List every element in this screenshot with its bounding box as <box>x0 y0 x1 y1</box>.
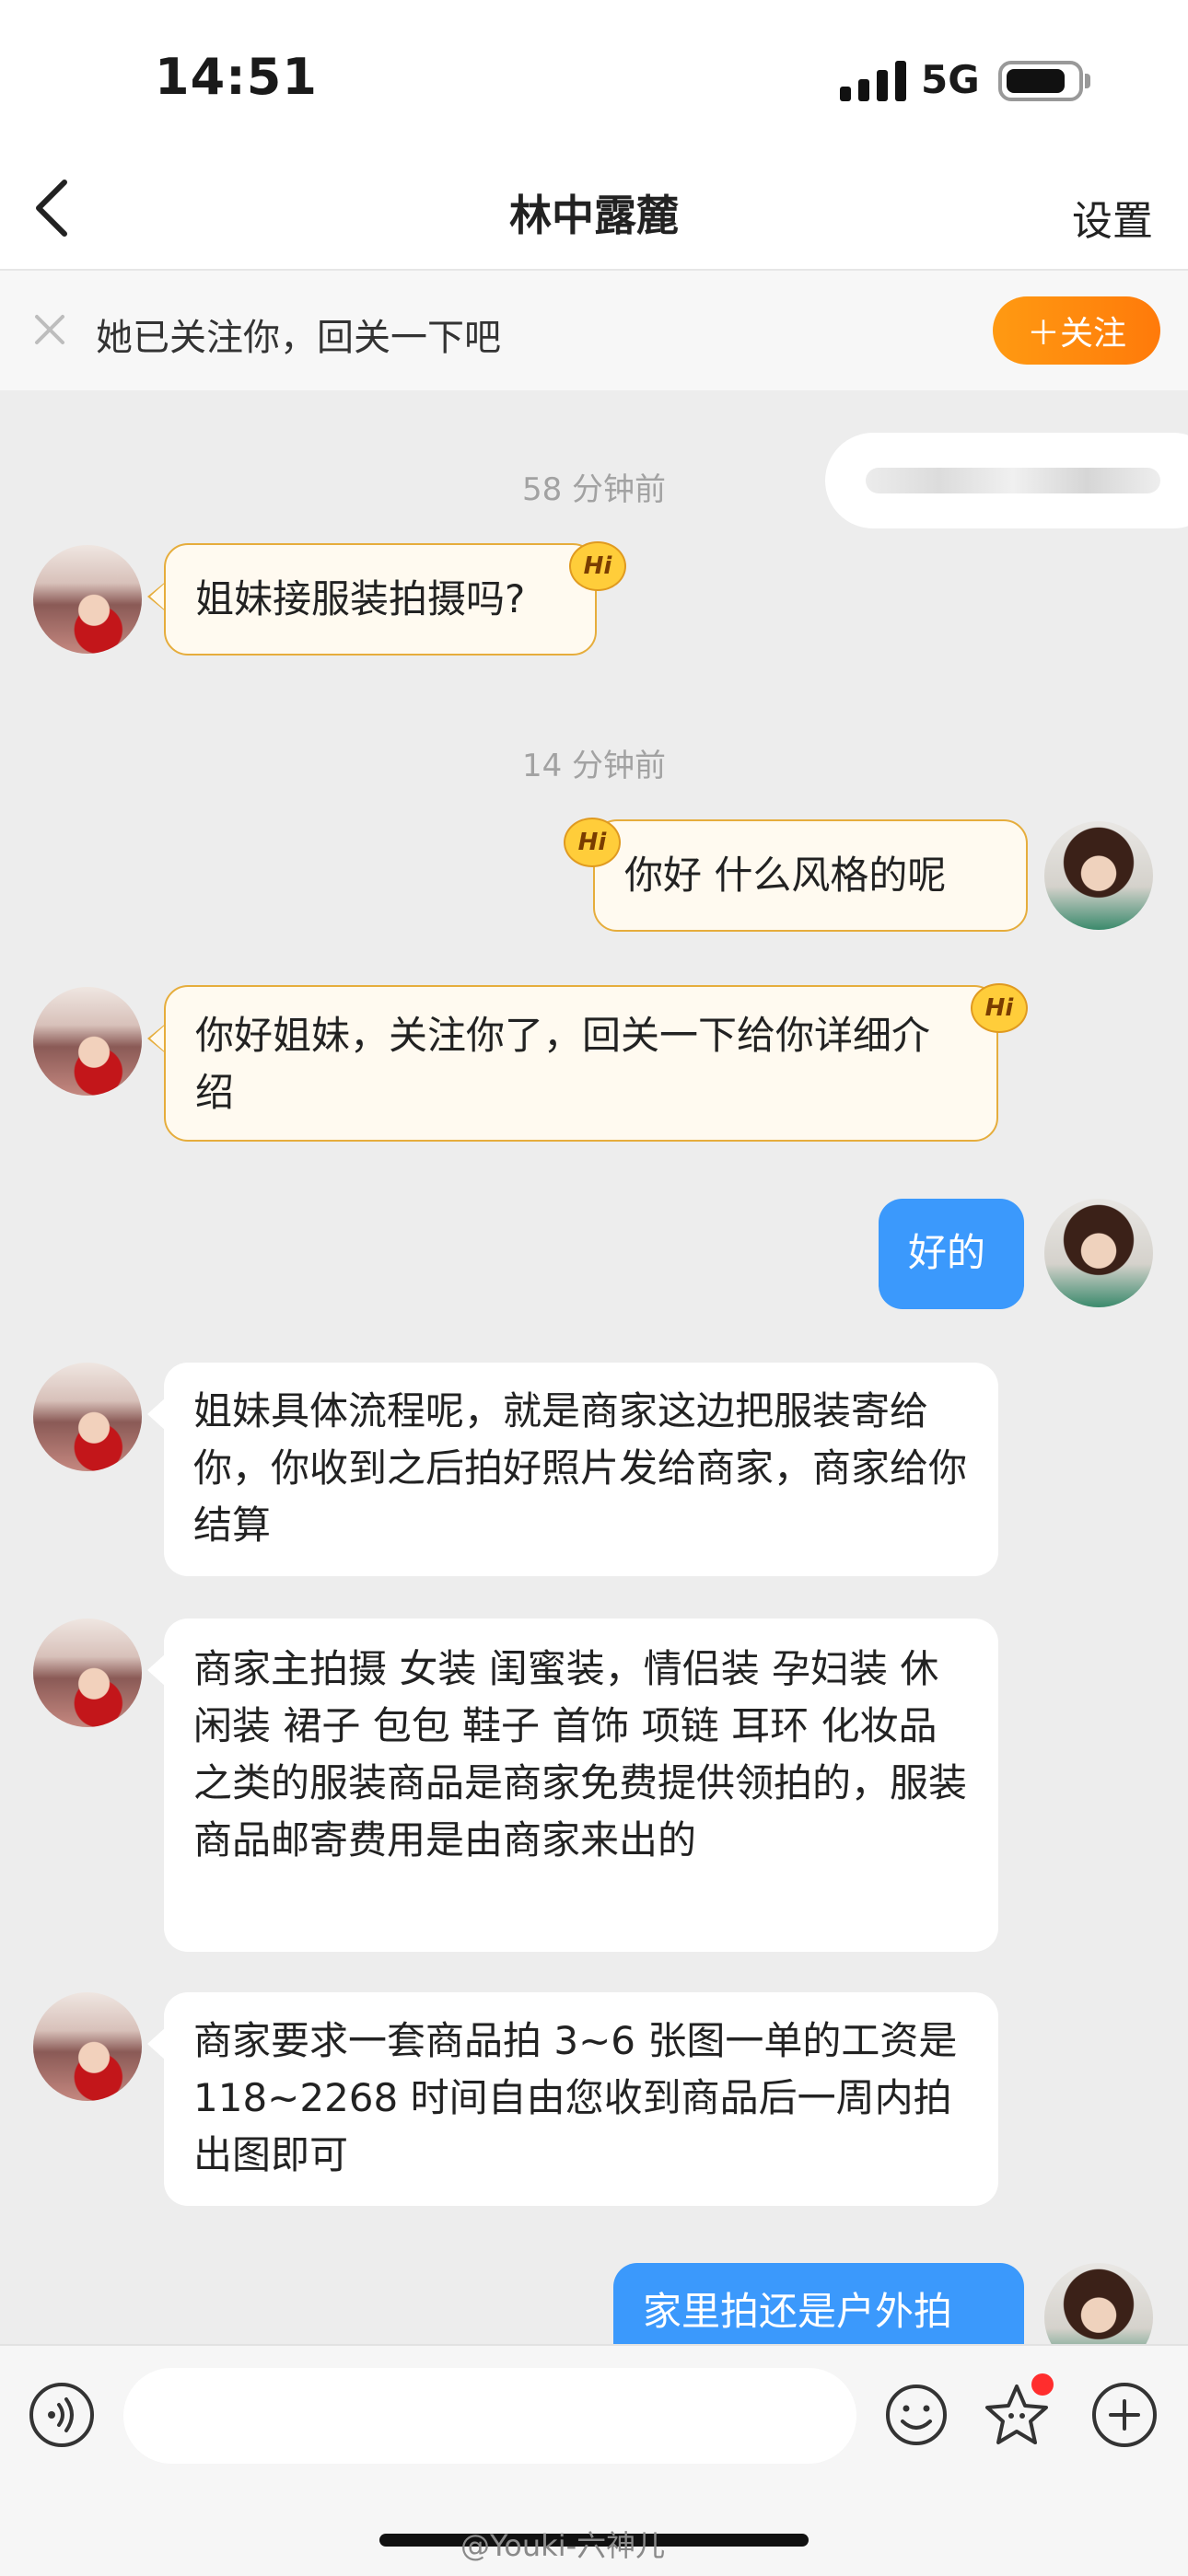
message-bubble[interactable]: 好的 <box>879 1199 1024 1309</box>
settings-button[interactable]: 设置 <box>1072 188 1153 247</box>
message-bubble[interactable]: 姐妹具体流程呢，就是商家这边把服装寄给你，你收到之后拍好照片发给商家，商家给你结… <box>164 1363 998 1576</box>
notification-dot <box>1031 2373 1054 2396</box>
banner-text: 她已关注你，回关一下吧 <box>96 317 501 359</box>
network-type: 5G <box>921 57 980 102</box>
plus-icon-glyph <box>1109 2399 1140 2431</box>
signal-icon <box>840 61 906 101</box>
watermark: @Youki-六神儿 <box>460 2528 666 2563</box>
hi-badge: Hi <box>971 983 1028 1033</box>
bubble-tail <box>147 1654 166 1687</box>
contact-avatar[interactable] <box>33 545 142 654</box>
self-avatar[interactable] <box>1044 821 1153 930</box>
contact-avatar[interactable] <box>33 987 142 1096</box>
follow-button[interactable]: ＋关注 <box>993 296 1160 365</box>
timestamp: 14 分钟前 <box>521 748 667 784</box>
voice-icon-glyph <box>48 2397 74 2432</box>
self-avatar[interactable] <box>1044 1199 1153 1307</box>
emoji-icon[interactable] <box>884 2383 949 2447</box>
message-bubble[interactable]: 姐妹接服装拍摄吗? <box>164 543 597 656</box>
message-bubble[interactable]: 你好姐妹，关注你了，回关一下给你详细介绍 <box>164 985 998 1142</box>
close-icon[interactable] <box>31 311 68 348</box>
status-time: 14:51 <box>155 48 318 106</box>
follow-back-banner: 她已关注你，回关一下吧 ＋关注 <box>0 271 1188 390</box>
contact-avatar[interactable] <box>33 1992 142 2101</box>
plus-icon[interactable] <box>1092 2383 1157 2447</box>
voice-icon[interactable] <box>29 2383 94 2447</box>
message-bubble[interactable]: 商家要求一套商品拍 3~6 张图一单的工资是 118~2268 时间自由您收到商… <box>164 1992 998 2206</box>
battery-tip <box>1085 74 1090 88</box>
hi-badge: Hi <box>564 818 621 867</box>
message-bubble[interactable]: 商家主拍摄 女装 闺蜜装，情侣装 孕妇装 休闲装 裙子 包包 鞋子 首饰 项链 … <box>164 1619 998 1952</box>
contact-avatar[interactable] <box>33 1363 142 1471</box>
contact-avatar[interactable] <box>33 1619 142 1727</box>
message-bubble[interactable]: 你好 什么风格的呢 <box>593 819 1028 932</box>
status-bar: 14:51 5G <box>0 0 1188 147</box>
bubble-tail <box>147 2027 166 2060</box>
timestamp: 58 分钟前 <box>521 471 667 508</box>
message-input[interactable] <box>123 2368 856 2464</box>
hi-badge: Hi <box>569 541 626 591</box>
bubble-tail <box>147 1398 166 1431</box>
nav-bar: 林中露麓 设置 <box>0 147 1188 271</box>
battery-icon <box>998 61 1083 101</box>
chat-title: 林中露麓 <box>509 191 679 240</box>
battery-fill <box>1007 69 1065 93</box>
